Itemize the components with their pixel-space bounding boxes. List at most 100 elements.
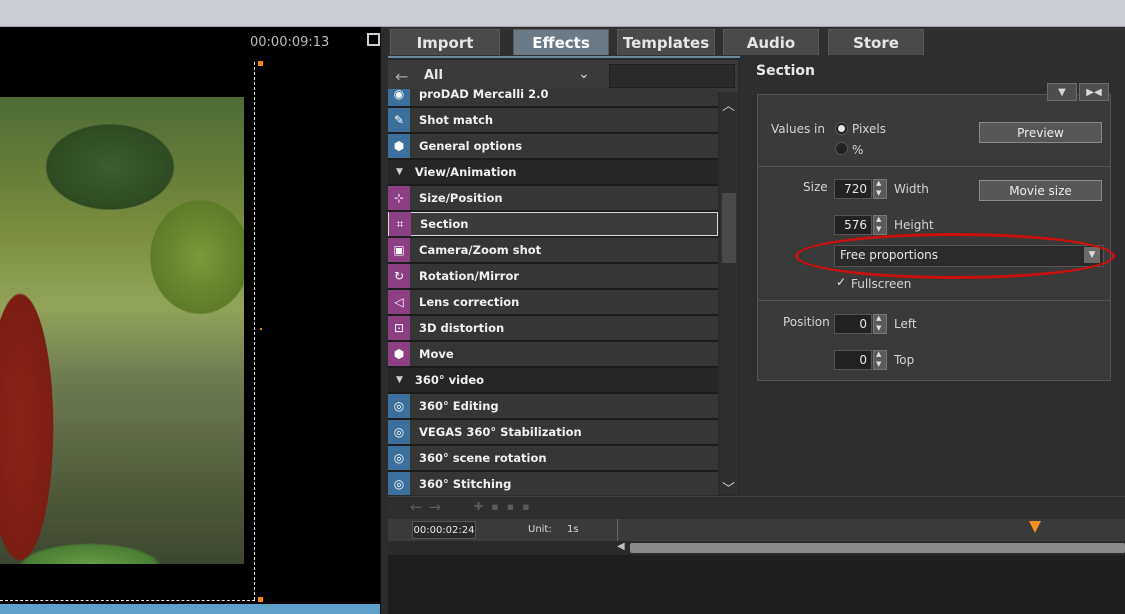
scrollbar-thumb[interactable] [722, 193, 736, 263]
height-stepper[interactable] [873, 215, 887, 235]
effect-item[interactable]: ◎ VEGAS 360° Stabilization [388, 420, 718, 446]
tab-import[interactable]: Import [390, 29, 500, 55]
section-handle-top[interactable] [258, 61, 263, 66]
360-icon: ◎ [388, 472, 410, 495]
scroll-down-icon[interactable]: ﹀ [722, 478, 735, 497]
timeline-scroll-thumb[interactable] [630, 543, 1125, 553]
effect-item[interactable]: ◎ 360° Editing [388, 394, 718, 420]
timeline-time-field[interactable]: 00:00:02:24 [412, 521, 476, 539]
top-label: Top [894, 353, 915, 367]
360-icon: ◎ [388, 394, 410, 418]
undo-redo-icons[interactable]: ←→ [410, 498, 447, 516]
fullscreen-checkbox[interactable]: ✓ [836, 276, 847, 288]
effects-list: ◉ proDAD Mercalli 2.0 ✎ Shot match ⬢ General … [388, 89, 718, 495]
divider [758, 300, 1110, 301]
effect-item[interactable]: ✎ Shot match [388, 108, 718, 134]
keyframe-tools-icon[interactable]: ✚▪▪▪ [474, 500, 538, 513]
back-arrow-icon[interactable]: ← [395, 67, 408, 86]
unit-label: Unit: [528, 524, 552, 535]
radio-percent[interactable] [835, 142, 848, 155]
timeline-ruler[interactable] [388, 519, 1125, 541]
effect-label: Size/Position [419, 191, 503, 205]
height-label: Height [894, 218, 934, 232]
tab-effects[interactable]: Effects [513, 29, 609, 55]
size-label: Size [803, 180, 828, 194]
effect-item[interactable]: ⊹ Size/Position [388, 186, 718, 212]
chevron-down-icon[interactable]: ⌄ [578, 66, 590, 82]
height-input[interactable]: 576 [834, 215, 872, 235]
reset-icon[interactable]: ▶◀ [1079, 83, 1109, 101]
effect-item[interactable]: ▣ Camera/Zoom shot [388, 238, 718, 264]
effects-scrollbar[interactable] [720, 92, 738, 495]
effect-label: Move [419, 347, 454, 361]
radio-pixels[interactable] [835, 122, 848, 135]
effect-label: Shot match [419, 113, 494, 127]
hexagon-icon: ⬢ [388, 134, 410, 158]
rotation-icon: ↻ [388, 264, 410, 288]
width-label: Width [894, 182, 929, 196]
filter-label[interactable]: All [424, 68, 443, 83]
section-handle-bottom[interactable] [258, 597, 263, 602]
effect-label: 360° scene rotation [419, 451, 547, 465]
left-label: Left [894, 317, 917, 331]
expand-triangle-icon[interactable]: ▼ [396, 375, 403, 385]
section-frame-bottom [0, 600, 255, 601]
tab-audio[interactable]: Audio [723, 29, 819, 55]
scroll-left-icon[interactable]: ◀ [617, 541, 625, 552]
divider [758, 166, 1110, 167]
crop-icon: ⌗ [389, 212, 411, 236]
effect-item[interactable]: ◎ 360° scene rotation [388, 446, 718, 472]
timeline-area[interactable] [388, 555, 1125, 614]
unit-value: 1s [567, 524, 579, 535]
effect-label: 360° Stitching [419, 477, 512, 491]
tab-store[interactable]: Store [828, 29, 924, 55]
preview-timecode: 00:00:09:13 [250, 35, 330, 50]
highlight-annotation [795, 233, 1115, 279]
mercalli-icon: ◉ [388, 89, 410, 106]
width-stepper[interactable] [873, 179, 887, 199]
effect-item[interactable]: ◁ Lens correction [388, 290, 718, 316]
position-label: Position [783, 315, 830, 329]
category-header[interactable]: ▼ 360° video [388, 368, 718, 394]
radio-percent-label: % [852, 143, 864, 157]
effect-item[interactable]: ⬢ Move [388, 342, 718, 368]
camera-icon: ▣ [388, 238, 410, 262]
movie-size-button[interactable]: Movie size [979, 180, 1102, 201]
360-icon: ◎ [388, 446, 410, 470]
category-label: View/Animation [414, 165, 517, 179]
effect-item[interactable]: ⬢ General options [388, 134, 718, 160]
effect-item[interactable]: ◉ proDAD Mercalli 2.0 [388, 89, 718, 108]
playhead-marker[interactable] [1029, 521, 1041, 533]
section-handle-middle[interactable] [260, 328, 262, 330]
category-header[interactable]: ▼ View/Animation [388, 160, 718, 186]
shot-match-icon: ✎ [388, 108, 410, 132]
preview-footer [0, 604, 380, 614]
left-stepper[interactable] [873, 314, 887, 334]
effect-label: proDAD Mercalli 2.0 [419, 89, 549, 101]
effect-item[interactable]: ↻ Rotation/Mirror [388, 264, 718, 290]
scroll-up-icon[interactable]: ︿ [722, 95, 735, 114]
effect-label: General options [419, 139, 523, 153]
effect-item-selected[interactable]: ⌗ Section [388, 212, 718, 236]
maximize-icon[interactable] [367, 33, 380, 46]
effect-label: 3D distortion [419, 321, 505, 335]
effect-item[interactable]: ◎ 360° Stitching [388, 472, 718, 495]
top-stepper[interactable] [873, 350, 887, 370]
ruler-separator [617, 519, 618, 541]
top-input[interactable]: 0 [834, 350, 872, 370]
effect-label: Camera/Zoom shot [419, 243, 542, 257]
effect-label: VEGAS 360° Stabilization [419, 425, 582, 439]
effect-label: Lens correction [419, 295, 520, 309]
collapse-icon[interactable]: ▼ [1047, 83, 1077, 101]
effects-search-input[interactable] [609, 64, 735, 88]
effect-label: Rotation/Mirror [419, 269, 520, 283]
left-input[interactable]: 0 [834, 314, 872, 334]
expand-triangle-icon[interactable]: ▼ [396, 167, 403, 177]
effect-item[interactable]: ⊡ 3D distortion [388, 316, 718, 342]
tab-templates[interactable]: Templates [617, 29, 715, 55]
preview-button[interactable]: Preview [979, 122, 1102, 143]
media-pool-tabs: Import Effects Templates Audio Store [388, 27, 1125, 58]
top-bar [0, 0, 1125, 27]
lens-icon: ◁ [388, 290, 410, 314]
width-input[interactable]: 720 [834, 179, 872, 199]
